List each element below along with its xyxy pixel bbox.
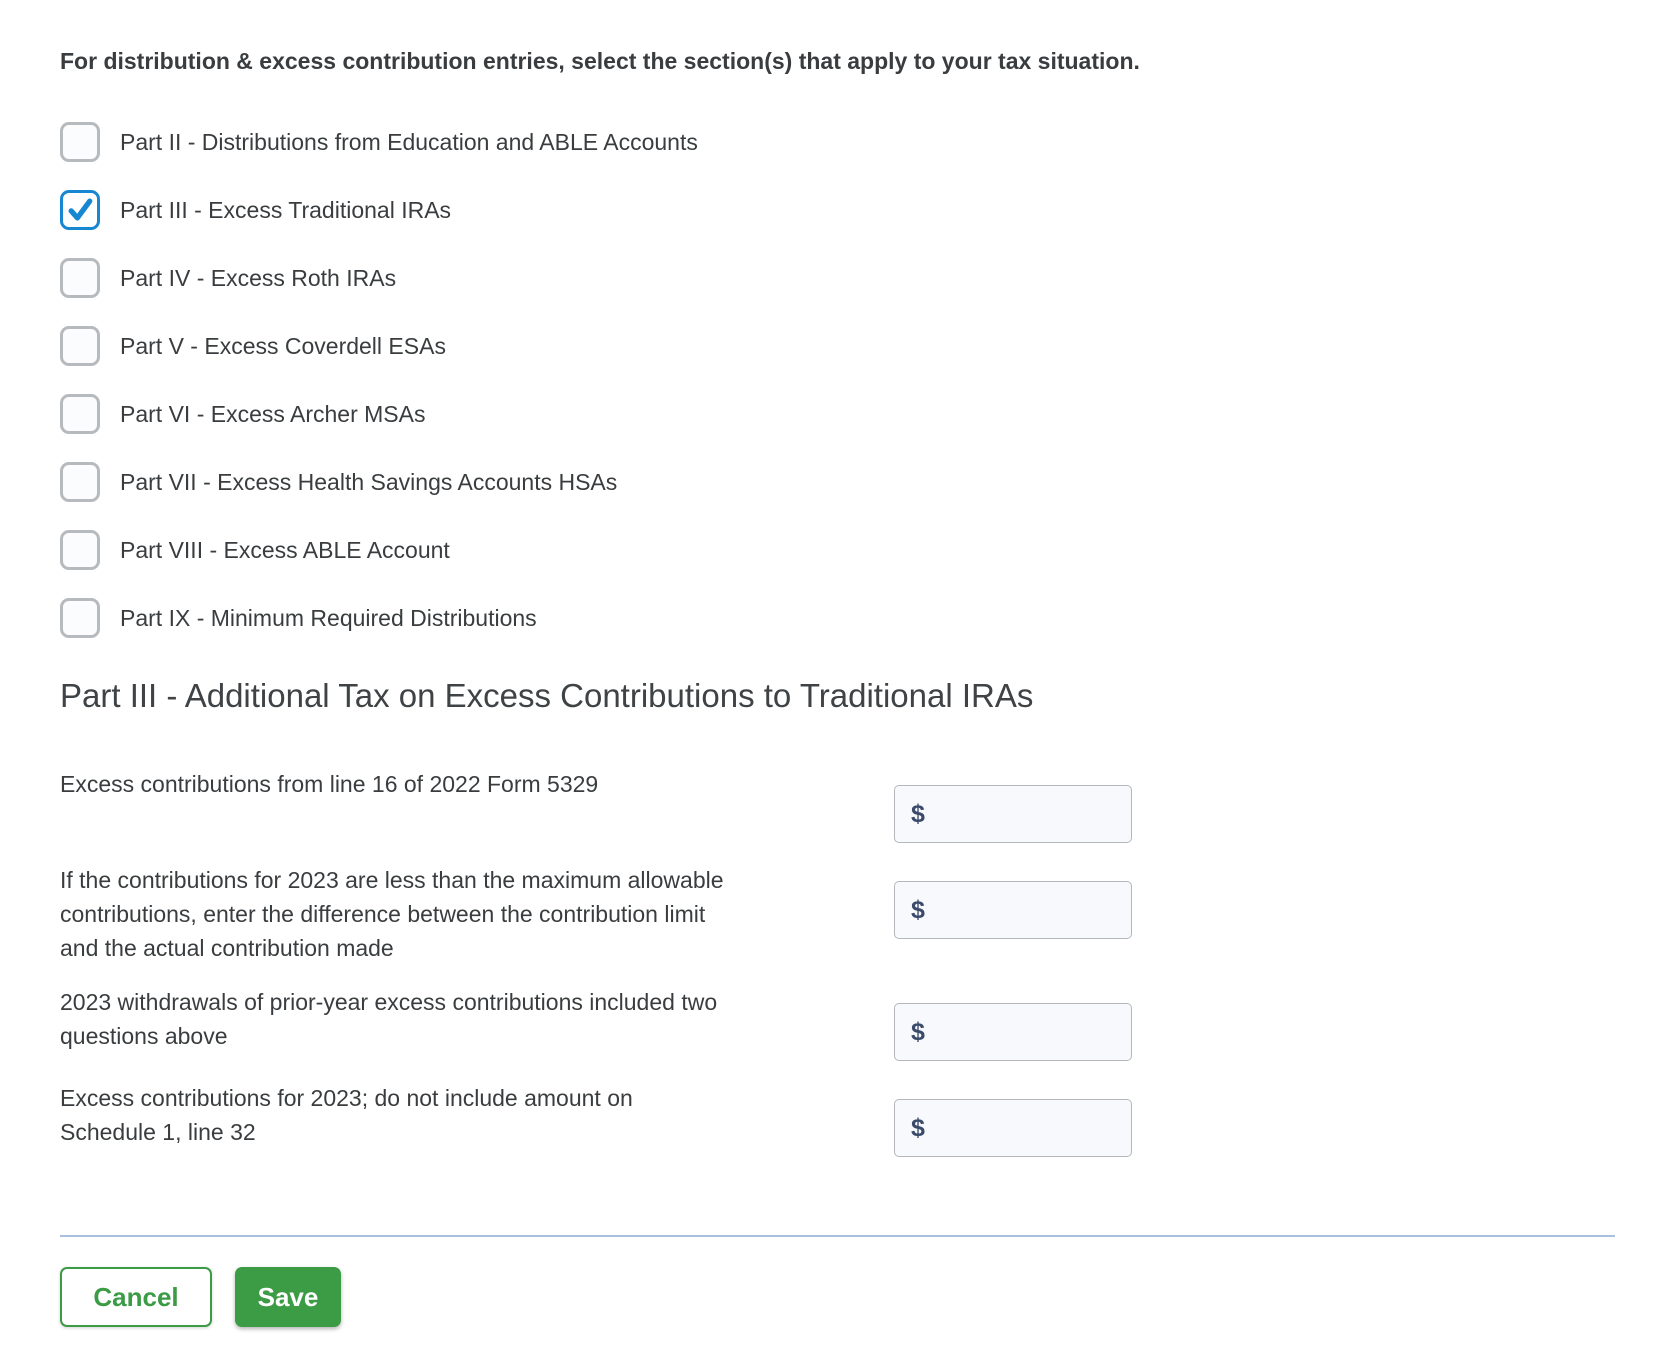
checkbox-option-part-vii[interactable]: Part VII - Excess Health Savings Account… (60, 462, 1616, 502)
checkbox-option-part-vi[interactable]: Part VI - Excess Archer MSAs (60, 394, 1616, 434)
checkbox-label: Part VIII - Excess ABLE Account (120, 537, 450, 564)
part-iii-form: Excess contributions from line 16 of 202… (60, 767, 1616, 1157)
field-label: Excess contributions from line 16 of 202… (60, 767, 598, 801)
prior-year-excess-contributions-field[interactable]: $ (894, 785, 1132, 843)
part-ii-checkbox[interactable] (60, 122, 100, 162)
field-label: If the contributions for 2023 are less t… (60, 863, 724, 965)
form-row-contribution-difference: If the contributions for 2023 are less t… (60, 863, 1132, 965)
checkbox-label: Part V - Excess Coverdell ESAs (120, 333, 446, 360)
checkbox-option-part-iv[interactable]: Part IV - Excess Roth IRAs (60, 258, 1616, 298)
excess-contributions-2023-field[interactable]: $ (894, 1099, 1132, 1157)
checkbox-option-part-ii[interactable]: Part II - Distributions from Education a… (60, 122, 1616, 162)
excess-contributions-2023-input[interactable] (935, 1113, 1119, 1143)
field-label: 2023 withdrawals of prior-year excess co… (60, 985, 717, 1053)
checkbox-option-part-iii[interactable]: Part III - Excess Traditional IRAs (60, 190, 1616, 230)
save-button[interactable]: Save (235, 1267, 341, 1327)
checkbox-label: Part IV - Excess Roth IRAs (120, 265, 396, 292)
checkbox-label: Part II - Distributions from Education a… (120, 129, 698, 156)
part-vii-checkbox[interactable] (60, 462, 100, 502)
checkbox-option-part-ix[interactable]: Part IX - Minimum Required Distributions (60, 598, 1616, 638)
dollar-prefix: $ (911, 800, 925, 829)
contribution-difference-input[interactable] (935, 895, 1119, 925)
part-ix-checkbox[interactable] (60, 598, 100, 638)
checkbox-option-part-v[interactable]: Part V - Excess Coverdell ESAs (60, 326, 1616, 366)
dollar-prefix: $ (911, 1018, 925, 1047)
form-row-excess-2023: Excess contributions for 2023; do not in… (60, 1081, 1132, 1157)
checkbox-label: Part III - Excess Traditional IRAs (120, 197, 451, 224)
part-iv-checkbox[interactable] (60, 258, 100, 298)
withdrawals-of-prior-year-excess-field[interactable]: $ (894, 1003, 1132, 1061)
prior-year-excess-contributions-input[interactable] (935, 799, 1119, 829)
checkbox-label: Part VII - Excess Health Savings Account… (120, 469, 617, 496)
form-actions: Cancel Save (60, 1267, 1616, 1327)
checkmark-icon (65, 195, 95, 225)
dollar-prefix: $ (911, 1114, 925, 1143)
cancel-button[interactable]: Cancel (60, 1267, 212, 1327)
dollar-prefix: $ (911, 896, 925, 925)
form-row-prior-year-excess: Excess contributions from line 16 of 202… (60, 767, 1132, 843)
form-page: For distribution & excess contribution e… (0, 0, 1664, 1367)
part-iii-section-heading: Part III - Additional Tax on Excess Cont… (60, 674, 1616, 718)
withdrawals-of-prior-year-excess-input[interactable] (935, 1017, 1119, 1047)
field-label: Excess contributions for 2023; do not in… (60, 1081, 633, 1149)
part-v-checkbox[interactable] (60, 326, 100, 366)
part-viii-checkbox[interactable] (60, 530, 100, 570)
section-divider (60, 1235, 1615, 1237)
checkbox-label: Part VI - Excess Archer MSAs (120, 401, 425, 428)
part-vi-checkbox[interactable] (60, 394, 100, 434)
contribution-difference-field[interactable]: $ (894, 881, 1132, 939)
section-checkbox-list: Part II - Distributions from Education a… (60, 122, 1616, 638)
instructions-text: For distribution & excess contribution e… (60, 44, 1616, 78)
checkbox-option-part-viii[interactable]: Part VIII - Excess ABLE Account (60, 530, 1616, 570)
form-row-withdrawals: 2023 withdrawals of prior-year excess co… (60, 985, 1132, 1061)
part-iii-checkbox[interactable] (60, 190, 100, 230)
checkbox-label: Part IX - Minimum Required Distributions (120, 605, 537, 632)
